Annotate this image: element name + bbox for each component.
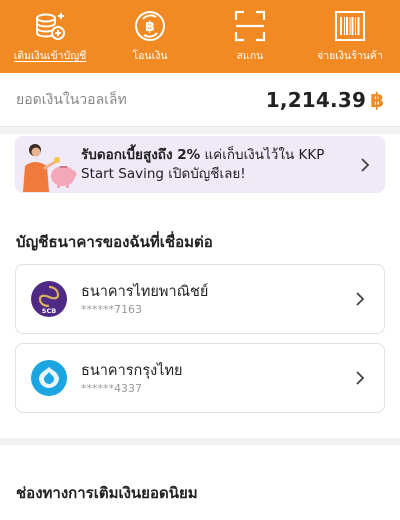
- wallet-balance-label: ยอดเงินในวอลเล็ท: [16, 91, 127, 108]
- wallet-balance-amount: 1,214.39: [265, 87, 367, 112]
- chevron-right-icon: [353, 157, 377, 172]
- bank-name: ธนาคารไทยพาณิชย์: [81, 283, 209, 300]
- topup-tab-label: เติมเงินเข้าบัญชี: [13, 50, 87, 62]
- coins-add-icon: [32, 8, 68, 44]
- transfer-tab-label: โอนเงิน: [132, 50, 168, 62]
- ktb-logo: [31, 360, 67, 396]
- bank-card-ktb[interactable]: ธนาคารกรุงไทย ******4337: [15, 343, 385, 413]
- topup-tab[interactable]: เติมเงินเข้าบัญชี: [0, 0, 100, 73]
- scan-tab-label: สแกน: [236, 50, 264, 62]
- transfer-tab[interactable]: ฿ โอนเงิน: [100, 0, 200, 73]
- bank-name: ธนาคารกรุงไทย: [81, 362, 183, 379]
- baht-coin-icon: ฿: [132, 8, 168, 44]
- barcode-icon: [332, 8, 368, 44]
- main-content: รับดอกเบี้ยสูงถึง 2% แค่เก็บเงินไว้ใน KK…: [0, 134, 400, 438]
- svg-text:SCB: SCB: [42, 307, 56, 315]
- svg-text:฿: ฿: [145, 19, 155, 35]
- bank-account-number: ******4337: [81, 381, 142, 395]
- top-action-bar: เติมเงินเข้าบัญชี ฿ โอนเงิน สแกน จ่ายเงิ…: [0, 0, 400, 73]
- piggy-bank-illustration: [15, 136, 79, 193]
- baht-symbol: ฿: [370, 87, 384, 112]
- pay-merchant-tab-label: จ่ายเงินร้านค้า: [317, 50, 383, 62]
- bank-info: ธนาคารกรุงไทย ******4337: [81, 361, 348, 396]
- bank-account-number: ******7163: [81, 302, 142, 316]
- chevron-right-icon: [348, 371, 372, 385]
- bank-info: ธนาคารไทยพาณิชย์ ******7163: [81, 282, 348, 317]
- linked-banks-title: บัญชีธนาคารของฉันที่เชื่อมต่อ: [16, 233, 213, 251]
- promo-text: รับดอกเบี้ยสูงถึง 2% แค่เก็บเงินไว้ใน KK…: [79, 146, 353, 184]
- topup-channels-section: ช่องทางการเติมเงินยอดนิยม: [0, 445, 400, 520]
- bank-card-scb[interactable]: SCB ธนาคารไทยพาณิชย์ ******7163: [15, 264, 385, 334]
- promo-highlight: รับดอกเบี้ยสูงถึง 2%: [81, 146, 201, 163]
- wallet-balance-value: 1,214.39 ฿: [266, 88, 384, 112]
- wallet-balance-row: ยอดเงินในวอลเล็ท 1,214.39 ฿: [0, 73, 400, 127]
- chevron-right-icon: [348, 292, 372, 306]
- scan-frame-icon: [232, 8, 268, 44]
- scb-logo: SCB: [31, 281, 67, 317]
- scan-tab[interactable]: สแกน: [200, 0, 300, 73]
- promo-banner[interactable]: รับดอกเบี้ยสูงถึง 2% แค่เก็บเงินไว้ใน KK…: [15, 136, 385, 193]
- pay-merchant-tab[interactable]: จ่ายเงินร้านค้า: [300, 0, 400, 73]
- topup-channels-title: ช่องทางการเติมเงินยอดนิยม: [16, 484, 198, 502]
